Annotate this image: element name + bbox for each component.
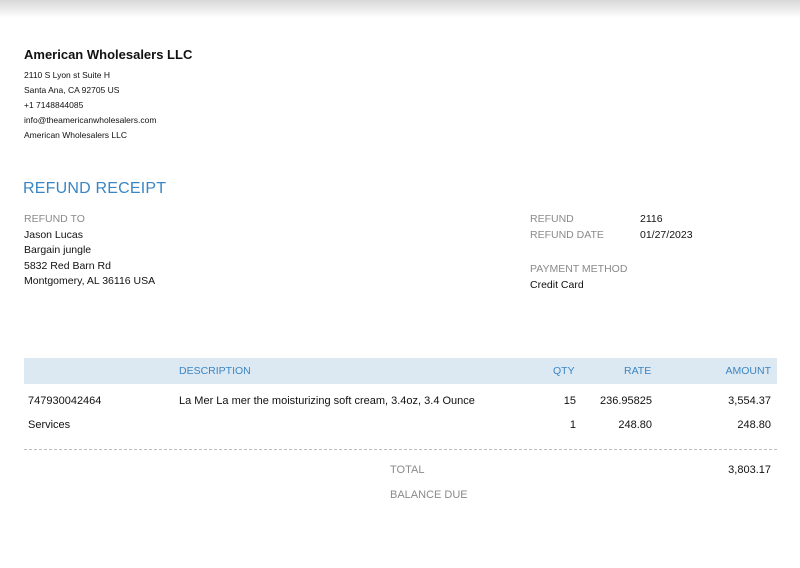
payment-method-value: Credit Card [530, 278, 584, 291]
header-description: DESCRIPTION [179, 365, 251, 377]
customer-street: 5832 Red Barn Rd [24, 259, 111, 272]
company-name-secondary: American Wholesalers LLC [24, 130, 127, 140]
refund-date-row: REFUND DATE 01/27/2023 [530, 228, 730, 244]
total-label: TOTAL [390, 464, 425, 476]
balance-due-label: BALANCE DUE [390, 489, 468, 501]
row-rate: 236.95825 [600, 395, 652, 407]
row-amount: 3,554.37 [728, 395, 771, 407]
refund-number-row: REFUND 2116 [530, 212, 730, 228]
totals-divider [24, 449, 777, 450]
total-value: 3,803.17 [728, 464, 771, 476]
customer-city: Montgomery, AL 36116 USA [24, 275, 156, 287]
row-qty: 1 [569, 419, 576, 431]
company-address-line2: Santa Ana, CA 92705 US [24, 85, 120, 95]
customer-company: Bargain jungle [24, 244, 92, 256]
row-sku: 747930042464 [28, 395, 102, 407]
table-row: 747930042464 La Mer La mer the moisturiz… [24, 395, 777, 415]
refund-number-label: REFUND [530, 213, 574, 225]
company-address-line1: 2110 S Lyon st Suite H [24, 70, 110, 80]
payment-method-block: PAYMENT METHOD Credit Card [530, 262, 627, 293]
header-amount: AMOUNT [725, 365, 772, 377]
items-table-header: DESCRIPTION QTY RATE AMOUNT [24, 358, 777, 384]
refund-meta-block: REFUND 2116 REFUND DATE 01/27/2023 [530, 212, 730, 243]
row-qty: 15 [563, 395, 576, 407]
viewer-top-shadow [0, 0, 800, 18]
row-amount: 248.80 [737, 419, 771, 431]
refund-date-value: 01/27/2023 [640, 228, 693, 241]
refund-to-block: REFUND TO Jason Lucas Bargain jungle 583… [24, 212, 155, 290]
refund-date-label: REFUND DATE [530, 228, 604, 241]
header-rate: RATE [624, 365, 652, 377]
row-description: La Mer La mer the moisturizing soft crea… [179, 395, 475, 407]
row-rate: 248.80 [618, 419, 652, 431]
header-qty: QTY [553, 365, 575, 377]
customer-name: Jason Lucas [24, 228, 83, 241]
refund-number-value: 2116 [640, 213, 663, 225]
company-email: info@theamericanwholesalers.com [24, 115, 157, 125]
refund-to-label: REFUND TO [24, 213, 85, 225]
company-name: American Wholesalers LLC [24, 47, 193, 62]
document-title: REFUND RECEIPT [23, 180, 167, 197]
table-row: Services 1 248.80 248.80 [24, 419, 777, 439]
company-block: American Wholesalers LLC 2110 S Lyon st … [24, 47, 192, 143]
row-sku: Services [28, 419, 71, 431]
payment-method-label: PAYMENT METHOD [530, 263, 628, 275]
company-phone: +1 7148844085 [24, 100, 84, 110]
